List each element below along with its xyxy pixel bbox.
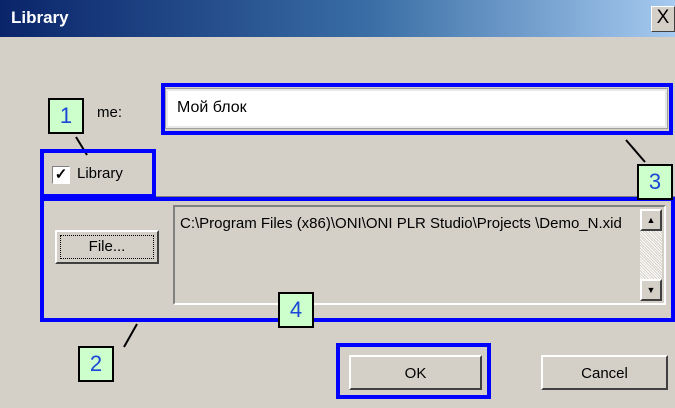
leader-line-1	[75, 136, 88, 156]
callout-1: 1	[48, 98, 84, 134]
leader-line-3	[625, 139, 646, 163]
callout-2: 2	[78, 346, 114, 382]
callout-3: 3	[637, 164, 673, 200]
leader-line-2	[123, 323, 138, 348]
callout-4: 4	[278, 292, 314, 328]
